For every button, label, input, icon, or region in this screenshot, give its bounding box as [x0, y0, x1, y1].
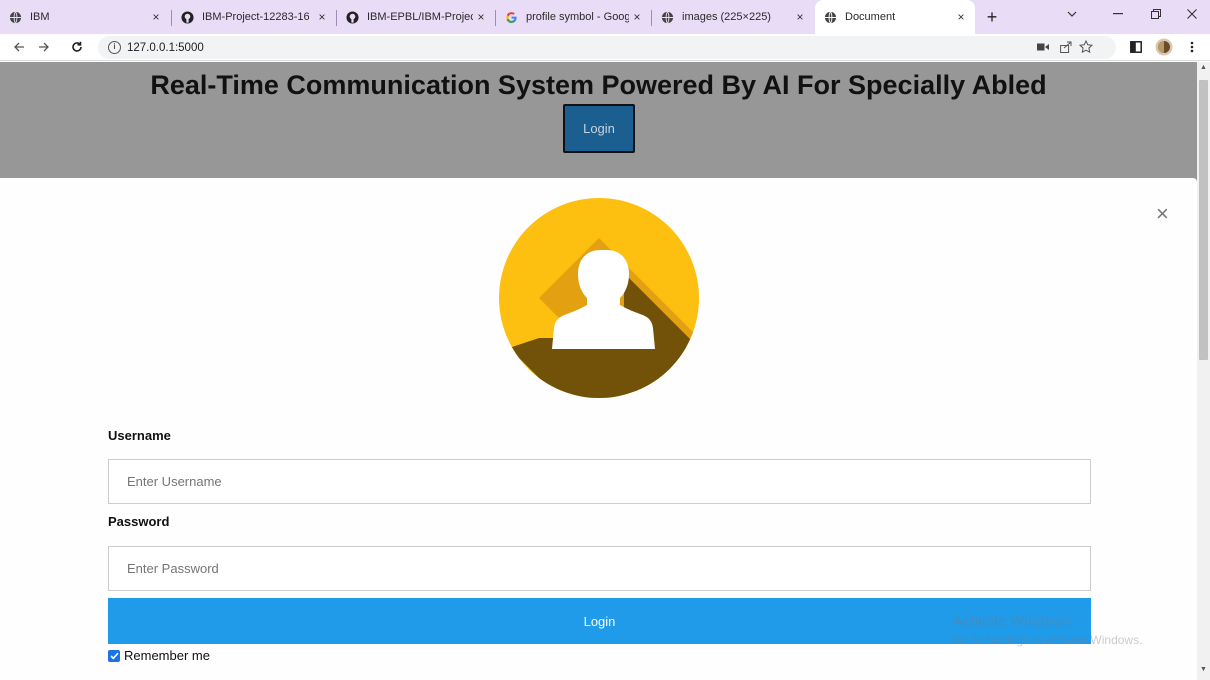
tab-github-epbl[interactable]: IBM-EPBL/IBM-Project ×: [337, 0, 495, 34]
login-submit-button[interactable]: Login: [108, 598, 1091, 644]
scroll-down-arrow-icon[interactable]: ▼: [1197, 666, 1210, 673]
tab-title: IBM: [30, 11, 50, 23]
tab-title: IBM-EPBL/IBM-Project: [367, 11, 473, 23]
close-icon[interactable]: ×: [629, 10, 645, 24]
restore-icon[interactable]: [1138, 0, 1174, 28]
close-icon[interactable]: ×: [792, 10, 808, 24]
bookmark-star-icon[interactable]: [1076, 37, 1096, 57]
username-input[interactable]: [108, 459, 1091, 504]
google-icon: [504, 10, 518, 24]
tab-document[interactable]: Document ×: [815, 0, 975, 34]
username-label: Username: [108, 428, 171, 443]
new-tab-button[interactable]: +: [980, 6, 1004, 30]
watermark-title: Activate Windows: [953, 613, 1072, 630]
remember-checkbox[interactable]: [108, 649, 120, 662]
globe-icon: [660, 10, 674, 24]
vertical-scrollbar[interactable]: ▲ ▼: [1197, 62, 1210, 680]
login-modal: × Username Password Login: [0, 178, 1197, 680]
watermark-subtitle: Go to Settings to activate Windows.: [953, 633, 1143, 647]
close-icon[interactable]: ×: [473, 10, 489, 24]
close-icon[interactable]: ×: [314, 10, 330, 24]
tab-images[interactable]: images (225×225) ×: [652, 0, 814, 34]
globe-icon: [823, 10, 837, 24]
modal-close-icon[interactable]: ×: [1156, 203, 1169, 225]
password-input[interactable]: [108, 546, 1091, 591]
share-icon[interactable]: [1056, 37, 1076, 57]
tab-google-search[interactable]: profile symbol - Goog ×: [496, 0, 651, 34]
page-header: Real-Time Communication System Powered B…: [0, 62, 1197, 179]
activate-windows-watermark: Activate Windows Go to Settings to activ…: [953, 612, 1142, 649]
tab-title: profile symbol - Goog: [526, 11, 629, 23]
tab-title: Document: [845, 11, 896, 23]
close-icon[interactable]: ×: [148, 10, 164, 24]
profile-avatar-icon: [499, 198, 699, 398]
back-arrow-icon[interactable]: [8, 36, 30, 58]
scroll-up-arrow-icon[interactable]: ▲: [1197, 64, 1210, 71]
github-icon: [345, 10, 359, 24]
page-viewport: Real-Time Communication System Powered B…: [0, 62, 1197, 680]
tab-search-chevron-icon[interactable]: [1054, 0, 1090, 28]
tab-title: images (225×225): [682, 11, 771, 23]
remember-label: Remember me: [124, 648, 210, 663]
profile-avatar[interactable]: [1154, 37, 1174, 57]
globe-icon: [8, 10, 22, 24]
camera-icon[interactable]: [1033, 37, 1053, 57]
address-bar[interactable]: i 127.0.0.1:5000: [98, 36, 1116, 59]
password-label: Password: [108, 514, 170, 529]
tab-strip: IBM × IBM-Project-12283-16 × IBM-EPBL/IB…: [0, 0, 1210, 34]
tab-github-project[interactable]: IBM-Project-12283-16 ×: [172, 0, 336, 34]
header-login-button[interactable]: Login: [563, 104, 635, 153]
window-close-icon[interactable]: [1174, 0, 1210, 28]
remember-me[interactable]: Remember me: [108, 648, 210, 663]
forward-arrow-icon[interactable]: [33, 36, 55, 58]
minimize-icon[interactable]: [1100, 0, 1136, 28]
side-panel-icon[interactable]: [1126, 37, 1146, 57]
github-icon: [180, 10, 194, 24]
scrollbar-thumb[interactable]: [1199, 80, 1208, 360]
url-text: 127.0.0.1:5000: [127, 41, 204, 54]
page-title: Real-Time Communication System Powered B…: [150, 70, 1047, 100]
kebab-menu-icon[interactable]: [1182, 37, 1202, 57]
tab-ibm[interactable]: IBM ×: [0, 0, 170, 34]
close-icon[interactable]: ×: [953, 10, 969, 24]
tab-title: IBM-Project-12283-16: [202, 11, 310, 23]
site-info-icon[interactable]: i: [108, 41, 121, 54]
browser-toolbar: i 127.0.0.1:5000: [0, 34, 1210, 61]
reload-icon[interactable]: [66, 36, 88, 58]
